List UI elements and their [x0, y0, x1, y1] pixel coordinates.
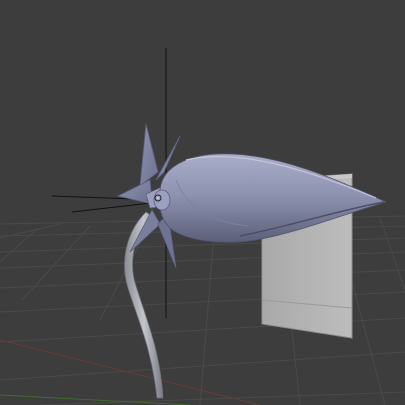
3d-viewport[interactable]	[0, 0, 405, 405]
viewport-canvas[interactable]	[0, 0, 405, 405]
